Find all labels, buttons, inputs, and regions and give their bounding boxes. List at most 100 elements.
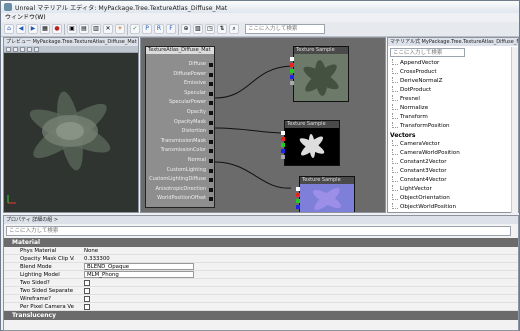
property-label: Blend Mode: [20, 264, 52, 270]
forward-icon[interactable]: ▶: [28, 24, 38, 34]
property-value[interactable]: 0.333300: [74, 255, 518, 262]
texture-thumbnail: [285, 128, 339, 165]
library-item[interactable]: CameraWorldPosition: [388, 149, 518, 158]
library-category-vectors[interactable]: Vectors: [388, 131, 518, 140]
real-time-icon[interactable]: ☀: [115, 24, 125, 34]
property-row: Two Sided Separate Pass: [4, 287, 518, 295]
material-node-title: TextureAtlas_Diffuse_Mat: [146, 47, 214, 54]
toolbar-search-input[interactable]: [245, 24, 325, 34]
title-bar[interactable]: Unreal マテリアル エディタ: MyPackage.Tree.Textur…: [1, 1, 519, 13]
menu-bar: ウィンドウ(W): [1, 13, 519, 22]
sort-icon[interactable]: ⇅: [217, 24, 227, 34]
plane-icon[interactable]: [20, 47, 25, 52]
texture-sample-node[interactable]: Texture Sample: [296, 176, 355, 212]
layout-icon[interactable]: ▧: [193, 24, 203, 34]
material-input[interactable]: WorldPositionOffset: [146, 194, 214, 204]
lighting-model-select[interactable]: MLM_Phong: [84, 271, 194, 278]
library-item[interactable]: ObjectOrientation: [388, 194, 518, 203]
window-title: Unreal マテリアル エディタ: MyPackage.Tree.Textur…: [15, 4, 228, 12]
material-input[interactable]: Distortion: [146, 127, 214, 137]
mesh-icon[interactable]: [34, 47, 39, 52]
library-title: マテリアル式 MyPackage.Tree.TextureAtlas_Diffu…: [388, 38, 518, 46]
library-item[interactable]: Transform: [388, 113, 518, 122]
texture-output-pins: [281, 131, 285, 159]
preview-toolbar: [4, 46, 138, 53]
material-input[interactable]: Normal: [146, 156, 214, 166]
material-input[interactable]: CustomLightingDiffuse: [146, 175, 214, 185]
per-pixel-camera-vector-checkbox[interactable]: [84, 303, 90, 310]
material-input[interactable]: Diffuse: [146, 60, 214, 70]
library-item[interactable]: Fresnel: [388, 95, 518, 104]
material-input[interactable]: Specular: [146, 89, 214, 99]
material-input[interactable]: SpecularPower: [146, 98, 214, 108]
zoom-icon[interactable]: ⊕: [181, 24, 191, 34]
library-item[interactable]: CameraVector: [388, 140, 518, 149]
grid-icon[interactable]: ▦: [40, 24, 50, 34]
sphere-icon[interactable]: [6, 47, 11, 52]
property-value[interactable]: None: [74, 247, 518, 254]
material-input[interactable]: OpacityMask: [146, 118, 214, 128]
library-item[interactable]: DeriveNormalZ: [388, 77, 518, 86]
property-label: Per Pixel Camera Vector: [20, 304, 74, 310]
texture-icon[interactable]: ▤: [79, 24, 89, 34]
material-input[interactable]: Emissive: [146, 79, 214, 89]
preview-viewport[interactable]: [4, 53, 138, 212]
library-item[interactable]: TransformPosition: [388, 122, 518, 131]
library-item[interactable]: CrossProduct: [388, 68, 518, 77]
material-input[interactable]: DiffusePower: [146, 70, 214, 80]
library-item[interactable]: Normalize: [388, 104, 518, 113]
expression-icon[interactable]: ▣: [67, 24, 77, 34]
property-row: Per Pixel Camera Vector: [4, 303, 518, 311]
property-label: Opacity Mask Clip Value: [20, 256, 74, 262]
two-sided-separate-pass-checkbox[interactable]: [84, 287, 90, 294]
cube-icon[interactable]: [13, 47, 18, 52]
texture-thumbnail: [300, 184, 354, 212]
two-sided-checkbox[interactable]: [84, 279, 90, 286]
material-input-list: Diffuse DiffusePower Emissive Specular S…: [146, 54, 214, 204]
property-row: Phys Material None: [4, 247, 518, 255]
cylinder-icon[interactable]: [27, 47, 32, 52]
refresh-icon[interactable]: R: [154, 24, 164, 34]
back-icon[interactable]: ◀: [16, 24, 26, 34]
home-icon[interactable]: ⌂: [4, 24, 14, 34]
camera-icon[interactable]: ◳: [205, 24, 215, 34]
library-item[interactable]: DotProduct: [388, 86, 518, 95]
texture-node-title: Texture Sample: [285, 121, 339, 128]
flag-icon[interactable]: F: [166, 24, 176, 34]
property-row: Opacity Mask Clip Value0.333300: [4, 255, 518, 263]
material-input[interactable]: Opacity: [146, 108, 214, 118]
properties-panel: プロパティ 詳細の組 > Material Phys MaterialNone …: [3, 215, 519, 331]
library-scrollbar[interactable]: [511, 47, 518, 213]
preview-icon[interactable]: P: [142, 24, 152, 34]
clean-icon[interactable]: ✕: [103, 24, 113, 34]
find-icon[interactable]: ⌕: [229, 24, 239, 34]
wireframe-checkbox[interactable]: [84, 295, 90, 302]
material-input[interactable]: TransmissionColor: [146, 146, 214, 156]
properties-search-input[interactable]: [6, 226, 511, 236]
property-label: Two Sided Separate Pass: [20, 288, 74, 294]
texture-sample-node[interactable]: Texture Sample: [290, 46, 349, 102]
blend-mode-select[interactable]: BLEND_Opaque: [84, 263, 194, 270]
material-input[interactable]: TransmissionMask: [146, 137, 214, 147]
apply-icon[interactable]: ✓: [130, 24, 140, 34]
preview-panel: プレビュー MyPackage.Tree.TextureAtlas_Diffus…: [3, 37, 139, 213]
material-root-node[interactable]: TextureAtlas_Diffuse_Mat Diffuse Diffuse…: [145, 46, 215, 208]
library-item[interactable]: AppendVector: [388, 59, 518, 68]
texture-output-pins: [296, 187, 300, 209]
texture-sample-node[interactable]: Texture Sample: [281, 120, 340, 166]
library-item[interactable]: Constant2Vector: [388, 158, 518, 167]
category-translucency[interactable]: Translucency: [4, 311, 518, 320]
library-item[interactable]: LightVector: [388, 185, 518, 194]
library-search-input[interactable]: [390, 48, 465, 57]
material-input[interactable]: AnisotropicDirection: [146, 185, 214, 195]
material-input[interactable]: CustomLighting: [146, 166, 214, 176]
material-graph-canvas[interactable]: TextureAtlas_Diffuse_Mat Diffuse Diffuse…: [140, 37, 386, 213]
separator: [64, 23, 65, 35]
category-material[interactable]: Material: [4, 238, 518, 247]
library-item[interactable]: ObjectWorldPosition: [388, 203, 518, 212]
stop-icon[interactable]: ●: [52, 24, 62, 34]
library-item[interactable]: Constant3Vector: [388, 167, 518, 176]
library-item[interactable]: Constant4Vector: [388, 176, 518, 185]
stats-icon[interactable]: ▥: [91, 24, 101, 34]
menu-window[interactable]: ウィンドウ(W): [5, 14, 46, 21]
